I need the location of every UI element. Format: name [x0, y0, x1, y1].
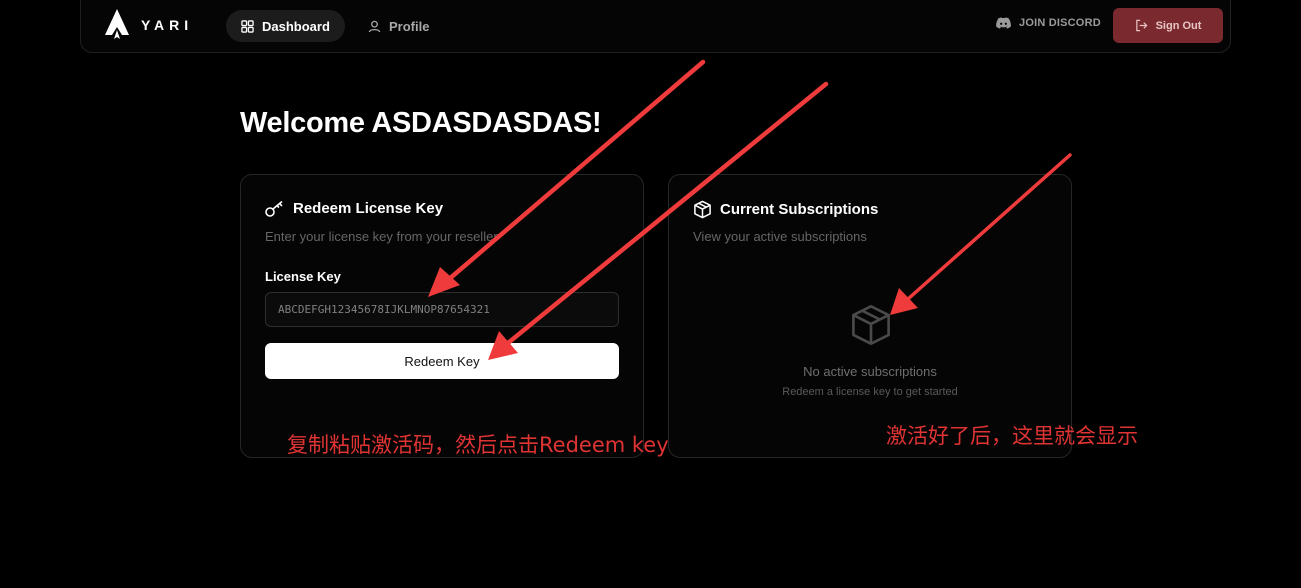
key-icon — [265, 200, 283, 217]
subscriptions-card-title-text: Current Subscriptions — [720, 201, 879, 218]
page-title: Welcome ASDASDASDAS! — [240, 107, 602, 139]
join-discord-link[interactable]: JOIN DISCORD — [996, 17, 1101, 29]
brand-name: YARI — [141, 17, 194, 33]
package-icon — [694, 200, 711, 219]
redeem-card-subtitle: Enter your license key from your reselle… — [265, 229, 498, 244]
sign-out-label: Sign Out — [1155, 19, 1202, 32]
empty-state-subtitle: Redeem a license key to get started — [782, 386, 958, 398]
nav-dashboard-label: Dashboard — [262, 18, 330, 34]
grid-icon — [241, 19, 254, 33]
yari-logo-icon — [105, 9, 129, 39]
annotation-left: 复制粘贴激活码，然后点击Redeem key — [287, 433, 669, 457]
top-navigation-bar: YARI Dashboard Profile JOIN DISCORD Sign… — [80, 0, 1231, 53]
redeem-license-card: Redeem License Key Enter your license ke… — [240, 174, 644, 458]
user-icon — [368, 20, 381, 32]
discord-icon — [996, 17, 1011, 29]
annotation-right: 激活好了后，这里就会显示 — [886, 424, 1138, 448]
subscriptions-card-title: Current Subscriptions — [693, 200, 878, 219]
empty-package-icon — [852, 304, 890, 346]
nav-dashboard[interactable]: Dashboard — [226, 10, 345, 42]
empty-state-title: No active subscriptions — [803, 364, 937, 379]
annotation-arrows — [428, 59, 1072, 360]
license-key-label: License Key — [265, 269, 341, 284]
nav-profile[interactable]: Profile — [353, 10, 444, 42]
brand-logo[interactable]: YARI — [105, 9, 193, 41]
nav-profile-label: Profile — [389, 18, 430, 34]
redeem-card-title: Redeem License Key — [265, 200, 443, 217]
logout-icon — [1135, 19, 1148, 32]
current-subscriptions-card: Current Subscriptions View your active s… — [668, 174, 1072, 458]
sign-out-button[interactable]: Sign Out — [1113, 8, 1223, 43]
subscriptions-card-subtitle: View your active subscriptions — [693, 229, 867, 244]
license-key-input[interactable] — [265, 292, 619, 327]
redeem-key-button[interactable]: Redeem Key — [265, 343, 619, 379]
join-discord-label: JOIN DISCORD — [1019, 17, 1101, 29]
redeem-card-title-text: Redeem License Key — [293, 200, 444, 217]
